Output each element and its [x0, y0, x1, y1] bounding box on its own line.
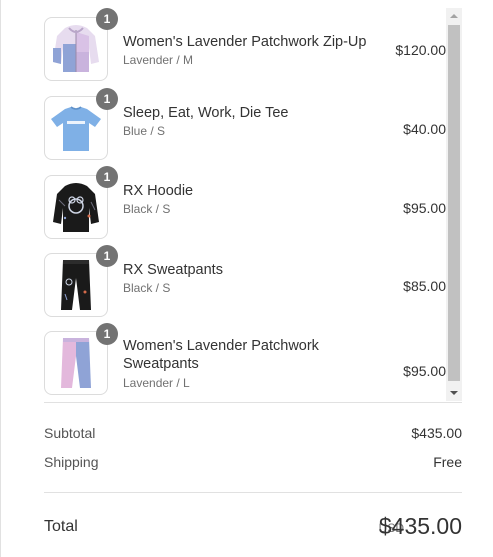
- item-price: $95.00: [403, 200, 446, 216]
- divider: [44, 492, 462, 493]
- item-variant: Black / S: [123, 281, 171, 295]
- quantity-badge: 1: [96, 88, 118, 110]
- item-name: Women's Lavender Patchwork Zip-Up: [123, 34, 367, 50]
- item-price: $120.00: [395, 42, 446, 58]
- scroll-down-arrow-icon[interactable]: [446, 385, 462, 401]
- item-variant: Lavender / M: [123, 53, 194, 67]
- item-name: Women's Lavender Patchwork Sweatpants: [123, 338, 319, 372]
- item-price: $95.00: [403, 363, 446, 379]
- item-name: Sleep, Eat, Work, Die Tee: [123, 105, 289, 121]
- quantity-badge: 1: [96, 8, 118, 30]
- shipping-row: Shipping Free: [44, 452, 462, 472]
- item-name: RX Hoodie: [123, 183, 194, 199]
- quantity-badge: 1: [96, 245, 118, 267]
- list-item: 1 Women's Lavender Patchwork Zip-Up Lave…: [44, 8, 446, 88]
- item-variant: Black / S: [123, 202, 171, 216]
- order-items-list[interactable]: 1 Women's Lavender Patchwork Zip-Up Lave…: [44, 8, 462, 401]
- item-price: $85.00: [403, 278, 446, 294]
- list-item: 1 Sleep, Eat, Work, Die Tee Blue / S $40…: [44, 88, 446, 168]
- item-variant: Lavender / L: [123, 376, 190, 390]
- list-item: 1 RX Sweatpants Black / S $85.00: [44, 245, 446, 325]
- subtotal-row: Subtotal $435.00: [44, 423, 462, 443]
- divider: [44, 402, 462, 403]
- subtotal-value: $435.00: [411, 425, 462, 441]
- shipping-value: Free: [433, 454, 462, 470]
- scroll-up-arrow-icon[interactable]: [446, 8, 462, 24]
- shipping-label: Shipping: [44, 454, 99, 470]
- list-item: 1 RX Hoodie Black / S $95.00: [44, 166, 446, 246]
- total-label: Total: [44, 518, 78, 535]
- item-price: $40.00: [403, 121, 446, 137]
- scrollbar-thumb[interactable]: [448, 25, 460, 381]
- left-border-line: [0, 0, 1, 557]
- item-name: RX Sweatpants: [123, 262, 223, 278]
- item-variant: Blue / S: [123, 124, 166, 138]
- quantity-badge: 1: [96, 323, 118, 345]
- quantity-badge: 1: [96, 166, 118, 188]
- total-value: $435.00: [378, 513, 462, 539]
- list-scrollbar[interactable]: [446, 8, 462, 401]
- list-item: 1 Women's Lavender Patchwork Sweatpants …: [44, 323, 446, 401]
- subtotal-label: Subtotal: [44, 425, 96, 441]
